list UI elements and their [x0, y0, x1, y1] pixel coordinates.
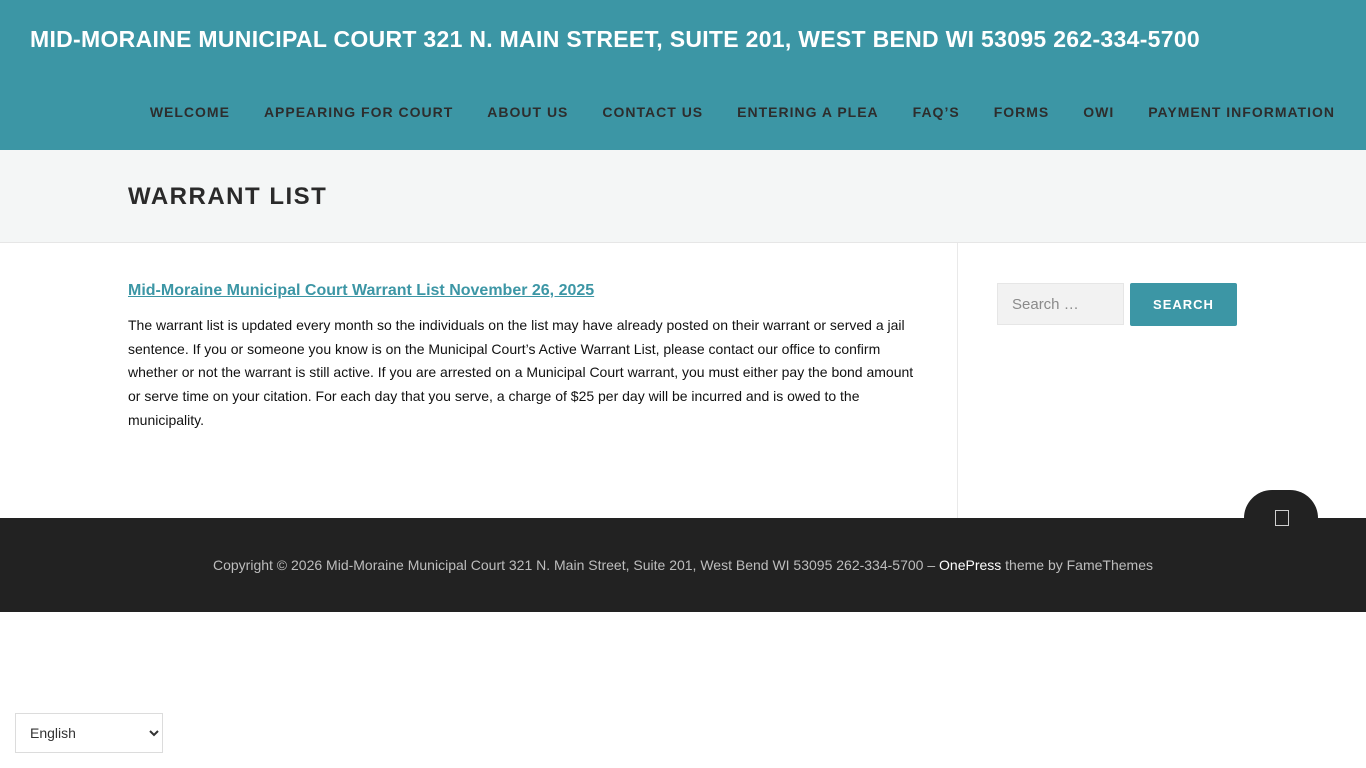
footer-copyright: Copyright © 2026 Mid-Moraine Municipal C…	[0, 557, 1366, 573]
site-title[interactable]: MID-MORAINE MUNICIPAL COURT 321 N. MAIN …	[30, 26, 1200, 53]
sidebar-divider	[957, 243, 958, 518]
nav-item-forms[interactable]: FORMS	[994, 104, 1050, 120]
nav-item-about-us[interactable]: ABOUT US	[487, 104, 568, 120]
main-content: Mid-Moraine Municipal Court Warrant List…	[128, 282, 928, 433]
nav-item-payment-information[interactable]: PAYMENT INFORMATION	[1148, 104, 1335, 120]
site-header: MID-MORAINE MUNICIPAL COURT 321 N. MAIN …	[0, 0, 1366, 150]
post-title-link[interactable]: Mid-Moraine Municipal Court Warrant List…	[128, 282, 594, 300]
back-to-top-button[interactable]	[1244, 490, 1318, 526]
nav-item-welcome[interactable]: WELCOME	[150, 104, 230, 120]
nav-item-appearing-for-court[interactable]: APPEARING FOR COURT	[264, 104, 453, 120]
nav-item-contact-us[interactable]: CONTACT US	[602, 104, 703, 120]
search-input[interactable]	[997, 283, 1124, 325]
page-header: WARRANT LIST	[0, 150, 1366, 243]
nav-item-entering-a-plea[interactable]: ENTERING A PLEA	[737, 104, 879, 120]
copyright-text: Copyright © 2026 Mid-Moraine Municipal C…	[213, 557, 940, 573]
theme-suffix: theme by FameThemes	[1001, 557, 1153, 573]
site-footer: Copyright © 2026 Mid-Moraine Municipal C…	[0, 518, 1366, 612]
search-button[interactable]: SEARCH	[1130, 283, 1237, 326]
main-navigation: WELCOME APPEARING FOR COURT ABOUT US CON…	[150, 104, 1335, 120]
back-to-top-icon	[1275, 510, 1289, 526]
page-title: WARRANT LIST	[128, 183, 328, 210]
nav-item-owi[interactable]: OWI	[1083, 104, 1114, 120]
language-select[interactable]: English	[15, 713, 163, 753]
theme-link[interactable]: OnePress	[939, 557, 1001, 573]
nav-item-faqs[interactable]: FAQ’S	[913, 104, 960, 120]
post-body: The warrant list is updated every month …	[128, 317, 914, 428]
